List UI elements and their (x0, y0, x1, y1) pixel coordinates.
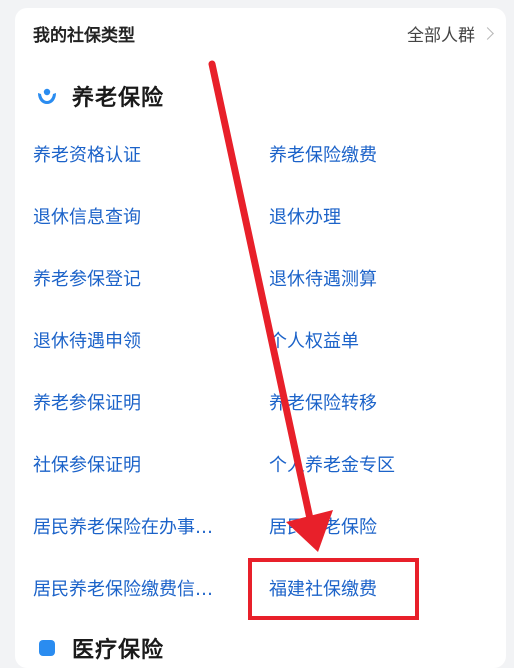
service-retirement-benefit-claim[interactable]: 退休待遇申领 (33, 327, 233, 353)
service-social-security-certificate[interactable]: 社保参保证明 (33, 451, 233, 477)
medical-section-title: 医疗保险 (72, 638, 165, 663)
highlight-box (248, 558, 419, 620)
service-retirement-processing[interactable]: 退休办理 (269, 203, 469, 229)
all-groups-link[interactable]: 全部人群 (407, 21, 494, 46)
pension-hands-icon (38, 88, 56, 104)
service-retirement-benefit-calc[interactable]: 退休待遇测算 (269, 265, 469, 291)
service-resident-pension-payment-info[interactable]: 居民养老保险缴费信… (33, 575, 233, 601)
my-social-security-types-title: 我的社保类型 (33, 26, 135, 46)
service-resident-pension-in-progress[interactable]: 居民养老保险在办事… (33, 513, 233, 539)
chevron-right-icon (481, 27, 494, 40)
service-pension-registration[interactable]: 养老参保登记 (33, 265, 233, 291)
service-personal-pension-zone[interactable]: 个人养老金专区 (269, 451, 469, 477)
service-retirement-info-query[interactable]: 退休信息查询 (33, 203, 233, 229)
service-pension-payment[interactable]: 养老保险缴费 (269, 141, 469, 167)
pension-section-header: 养老保险 (36, 80, 164, 112)
service-pension-transfer[interactable]: 养老保险转移 (269, 389, 469, 415)
service-pension-qualification[interactable]: 养老资格认证 (33, 141, 233, 167)
service-personal-rights-statement[interactable]: 个人权益单 (269, 327, 469, 353)
service-resident-pension[interactable]: 居民养老保险 (269, 513, 469, 539)
all-groups-label: 全部人群 (407, 26, 475, 46)
service-pension-certificate[interactable]: 养老参保证明 (33, 389, 233, 415)
medical-section-header: 医疗保险 (36, 632, 164, 664)
medical-icon (39, 640, 55, 656)
pension-section-title: 养老保险 (72, 86, 165, 111)
